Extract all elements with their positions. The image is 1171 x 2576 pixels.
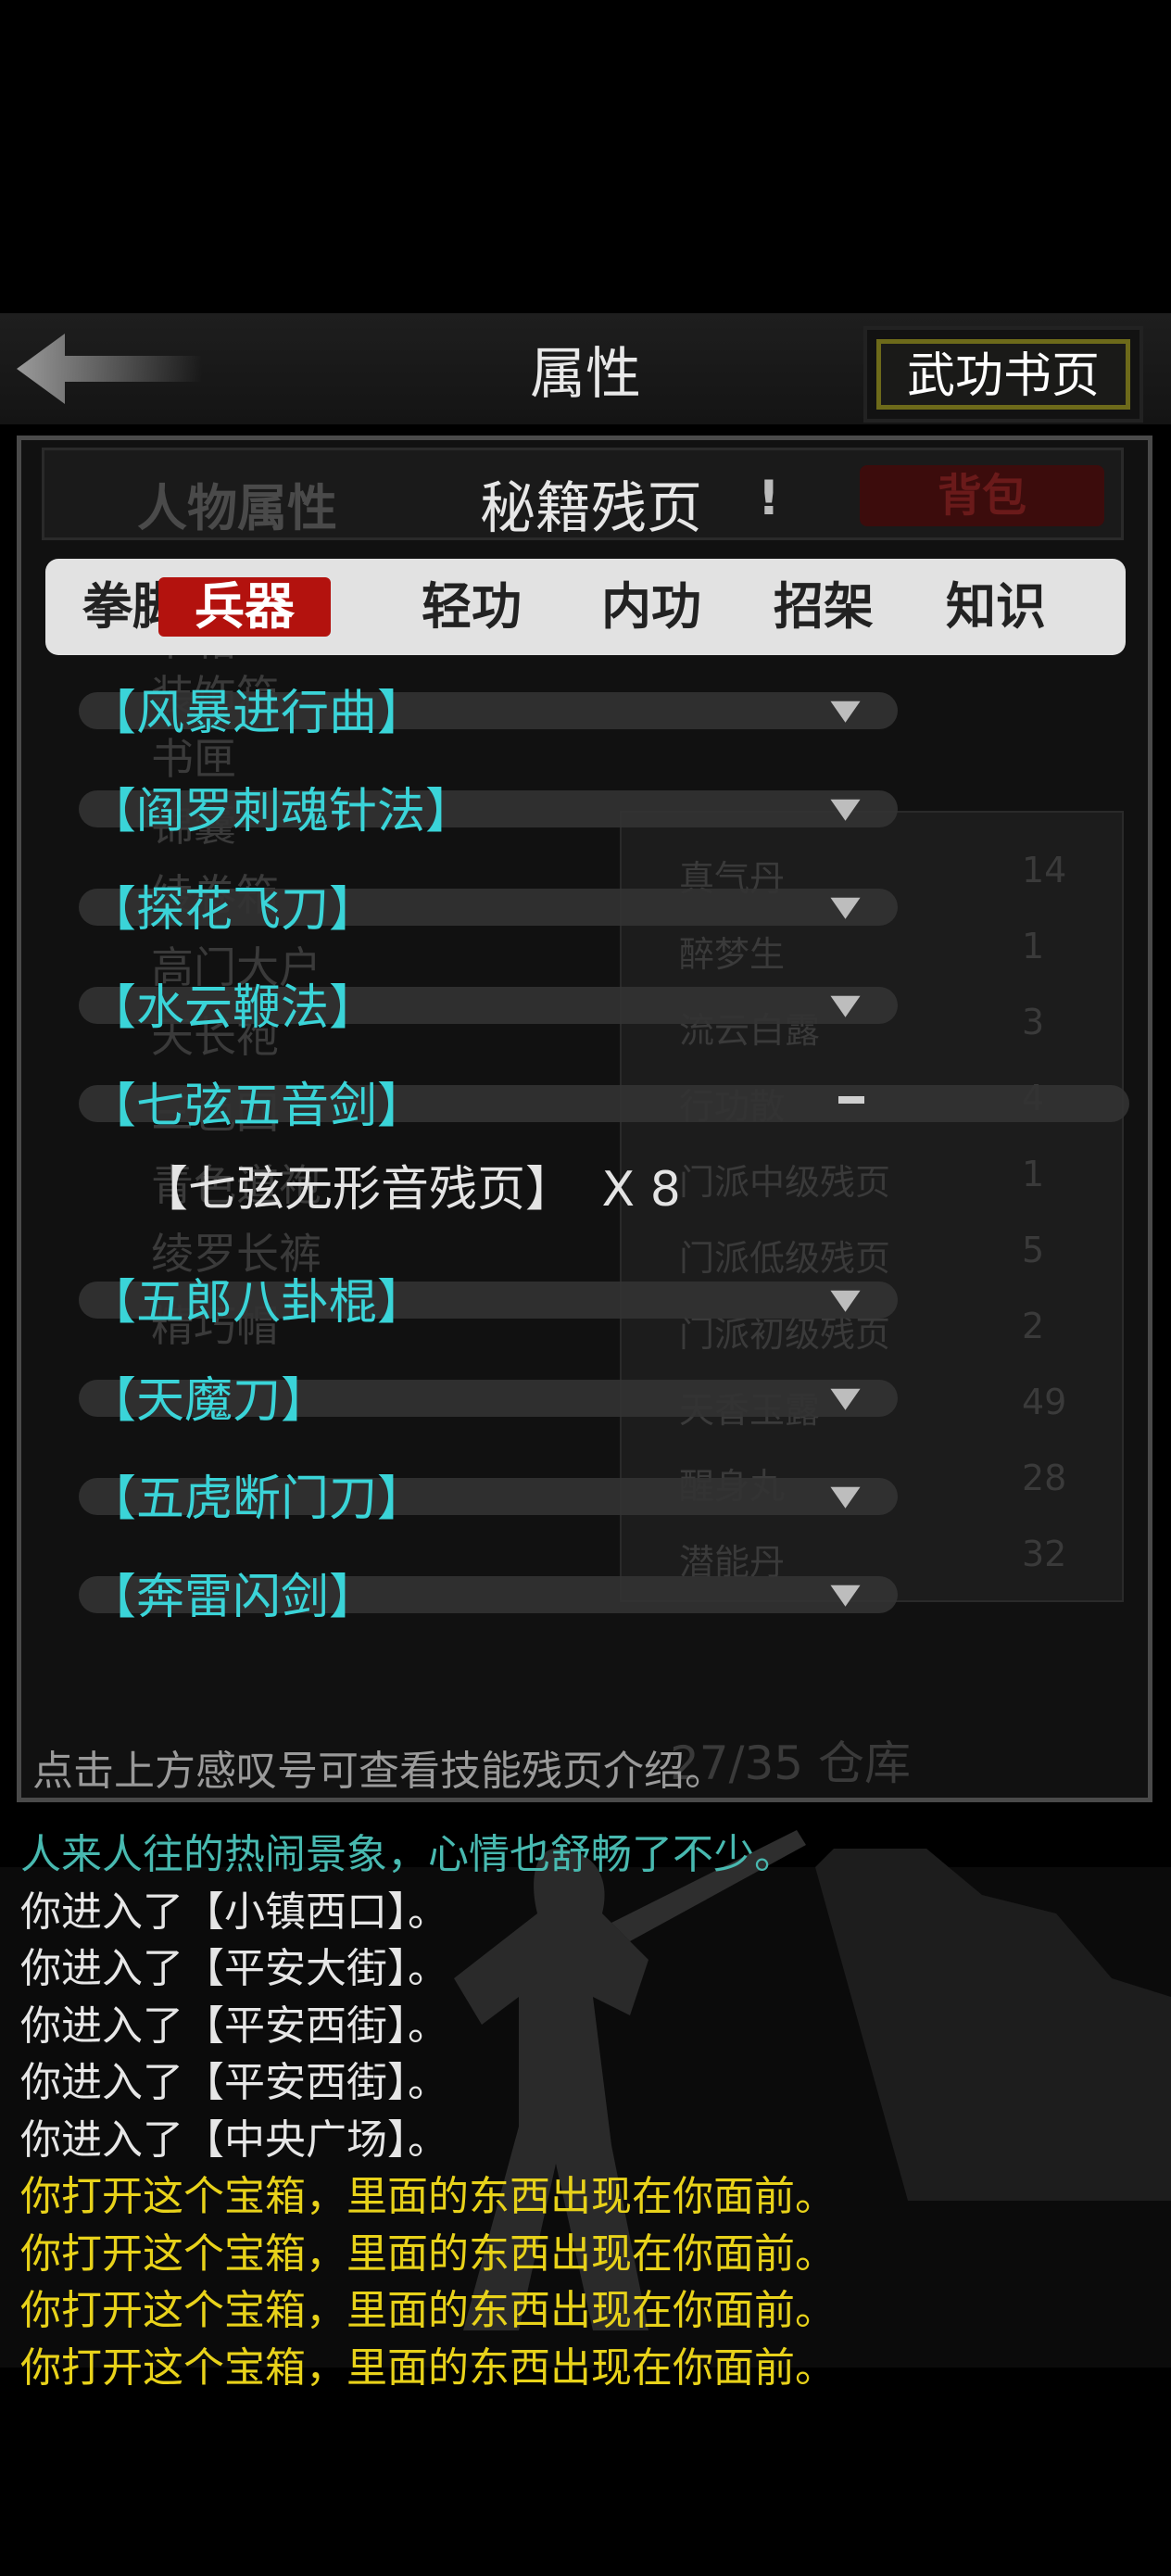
ghost-item-qty: 32 bbox=[1022, 1534, 1067, 1574]
expand-chevron-icon[interactable]: ▼ bbox=[830, 1382, 860, 1414]
ghost-item-qty: 14 bbox=[1022, 850, 1067, 890]
ghost-item-qty: 1 bbox=[1022, 926, 1045, 966]
expand-chevron-icon[interactable]: ▼ bbox=[830, 792, 860, 825]
panel-title: 秘籍残页 bbox=[480, 476, 702, 541]
section-label: 【探花飞刀】 bbox=[88, 882, 378, 938]
ghost-item-qty: 2 bbox=[1022, 1306, 1045, 1346]
log-line: 你进入了【平安西街】。 bbox=[20, 2001, 448, 2050]
fragment-count: X 8 bbox=[601, 1162, 681, 1218]
ghost-item-name: 醉梦生 bbox=[679, 934, 786, 975]
section-label: 【风暴进行曲】 bbox=[88, 686, 426, 741]
expand-chevron-icon[interactable]: ▼ bbox=[830, 890, 860, 923]
fragments-panel: 书箱装饰箱书匣锦囊绫卷箱高门大户天长袍三色回青色道袍绫罗长裤精巧帽真气丹14醉梦… bbox=[17, 436, 1152, 1802]
log-line: 你进入了【平安大街】。 bbox=[20, 1945, 448, 1992]
expand-chevron-icon[interactable]: ▼ bbox=[830, 989, 860, 1021]
ghost-item-qty: 49 bbox=[1022, 1382, 1067, 1422]
martial-pages-button[interactable]: 武功书页 bbox=[863, 326, 1143, 423]
section-label: 【五虎断门刀】 bbox=[88, 1471, 426, 1527]
martial-pages-button-label: 武功书页 bbox=[876, 339, 1130, 410]
expand-chevron-icon[interactable]: ▼ bbox=[830, 1578, 860, 1610]
log-line: 你打开这个宝箱，里面的东西出现在你面前。 bbox=[20, 2229, 836, 2278]
status-area bbox=[0, 0, 1171, 313]
tab-lightness[interactable]: 轻功 bbox=[416, 577, 527, 637]
log-line: 你进入了【平安西街】。 bbox=[20, 2059, 448, 2106]
message-log: 人来人往的热闹景象，心情也舒畅了不少。 你进入了【小镇西口】。 你进入了【平安大街】… bbox=[0, 1812, 1171, 2576]
log-line: 你进入了【中央广场】。 bbox=[20, 2115, 448, 2164]
tab-weapon[interactable]: 兵器 bbox=[158, 577, 331, 637]
ghost-item-qty: 3 bbox=[1022, 1002, 1045, 1042]
collapse-minus-icon[interactable] bbox=[838, 1096, 864, 1104]
tab-knowledge[interactable]: 知识 bbox=[940, 577, 1051, 637]
ghost-item-qty: 28 bbox=[1022, 1458, 1067, 1498]
fragment-item[interactable]: 【七弦无形音残页】 X 8 bbox=[140, 1150, 681, 1219]
section-label: 【水云鞭法】 bbox=[88, 980, 378, 1036]
ghost-item-name: 门派低级残页 bbox=[679, 1238, 891, 1279]
section-label: 【五郎八卦棍】 bbox=[88, 1275, 426, 1331]
ghost-item-name: 门派中级残页 bbox=[679, 1162, 891, 1203]
log-line: 人来人往的热闹景象，心情也舒畅了不少。 bbox=[20, 1831, 795, 1878]
attributes-tab-label[interactable]: 人物属性 bbox=[137, 467, 337, 540]
expand-chevron-icon[interactable]: ▼ bbox=[830, 1283, 860, 1316]
expand-chevron-icon[interactable]: ▼ bbox=[830, 694, 860, 726]
log-line: 你打开这个宝箱，里面的东西出现在你面前。 bbox=[20, 2287, 836, 2334]
hint-text: 点击上方感叹号可查看技能残页介绍。 bbox=[32, 1748, 725, 1795]
panel-header: 人物属性 秘籍残页 ! 背包 bbox=[42, 448, 1124, 541]
bag-button[interactable]: 背包 bbox=[860, 465, 1104, 526]
tab-inner[interactable]: 内功 bbox=[596, 577, 707, 637]
expand-chevron-icon[interactable]: ▼ bbox=[830, 1480, 860, 1512]
section-label: 【奔雷闪剑】 bbox=[88, 1570, 378, 1625]
ghost-item-qty: 1 bbox=[1022, 1154, 1045, 1194]
ghost-item-qty: 5 bbox=[1022, 1230, 1045, 1270]
fragment-name: 【七弦无形音残页】 bbox=[140, 1162, 574, 1218]
info-exclamation-icon[interactable]: ! bbox=[758, 471, 780, 526]
log-line: 你打开这个宝箱，里面的东西出现在你面前。 bbox=[20, 2173, 836, 2220]
section-label: 【阎罗刺魂针法】 bbox=[88, 784, 474, 840]
tab-parry[interactable]: 招架 bbox=[768, 577, 879, 637]
log-line: 你进入了【小镇西口】。 bbox=[20, 1888, 448, 1936]
weapon-category-tabs: 拳脚 兵器 轻功 内功 招架 知识 bbox=[45, 559, 1126, 655]
section-label: 【七弦五音剑】 bbox=[88, 1079, 426, 1134]
log-line: 你打开这个宝箱，里面的东西出现在你面前。 bbox=[20, 2343, 836, 2392]
section-label: 【天魔刀】 bbox=[88, 1373, 330, 1429]
